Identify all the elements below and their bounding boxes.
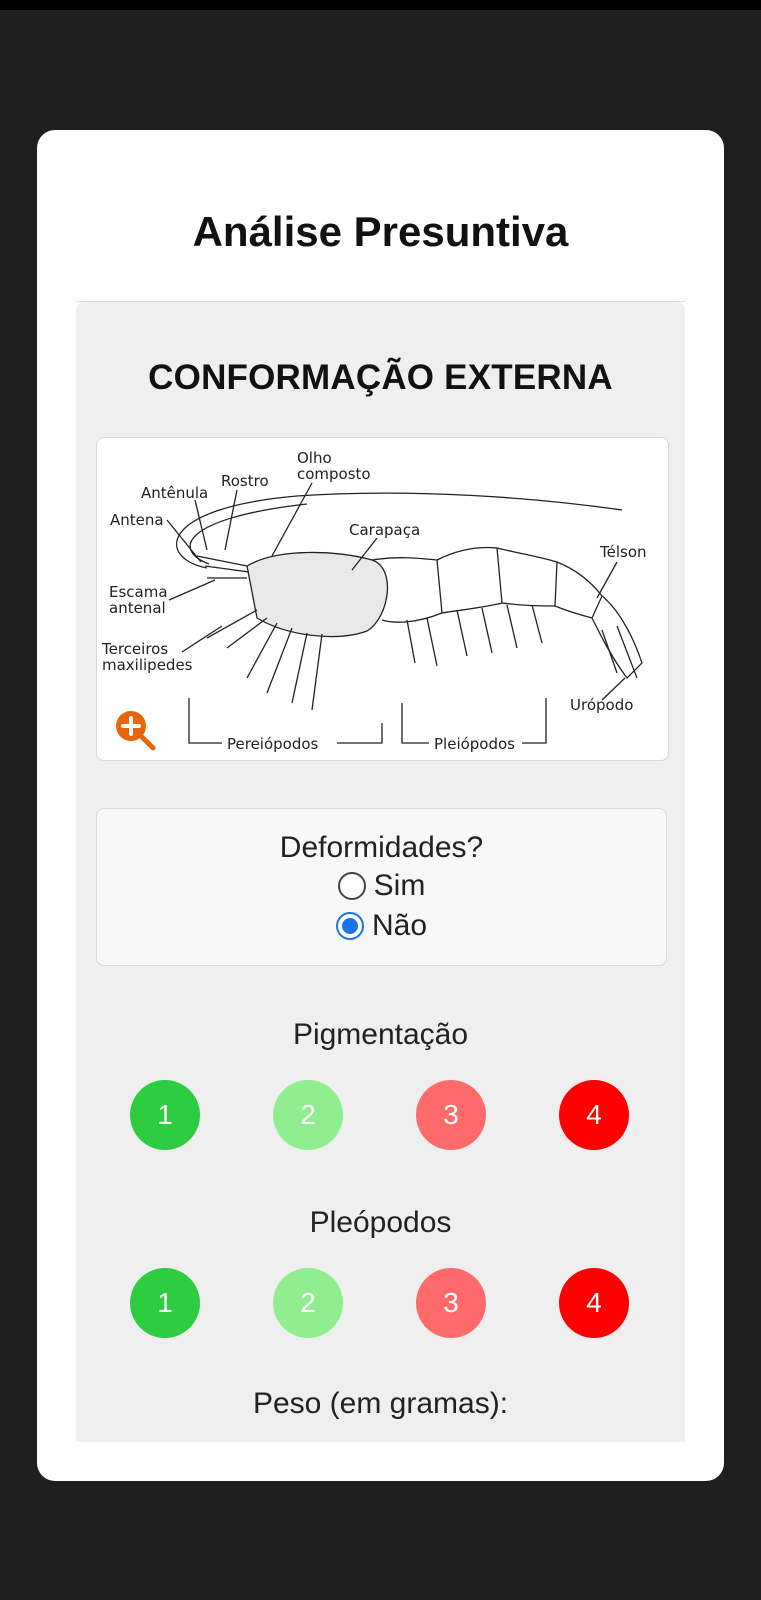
pleopodos-option-1[interactable]: 1 — [130, 1268, 200, 1338]
deformidades-group: Deformidades? Sim Não — [96, 808, 667, 966]
pigmentacao-option-3[interactable]: 3 — [416, 1080, 486, 1150]
radio-option-nao[interactable]: Não — [97, 909, 666, 943]
pleopodos-option-3[interactable]: 3 — [416, 1268, 486, 1338]
label-antenula: Antênula — [141, 484, 208, 502]
deformidades-label: Deformidades? — [279, 831, 484, 864]
zoom-in-button[interactable] — [113, 708, 157, 752]
pleopodos-option-4[interactable]: 4 — [559, 1268, 629, 1338]
section-title: CONFORMAÇÃO EXTERNA — [148, 358, 613, 397]
shrimp-diagram[interactable]: Olho composto Rostro Antênula Antena Car… — [96, 437, 669, 761]
label-maxilipedes: maxilipedes — [102, 656, 193, 674]
radio-nao-label: Não — [371, 909, 428, 942]
zoom-in-icon — [116, 711, 156, 751]
shrimp-illustration: Olho composto Rostro Antênula Antena Car… — [101, 449, 647, 753]
pleopodos-label: Pleópodos — [309, 1206, 452, 1239]
analysis-card: Análise Presuntiva CONFORMAÇÃO EXTERNA O… — [37, 130, 724, 1481]
radio-option-sim[interactable]: Sim — [97, 869, 666, 903]
pigmentacao-option-4[interactable]: 4 — [559, 1080, 629, 1150]
label-rostro: Rostro — [221, 472, 269, 490]
pigmentacao-label: Pigmentação — [292, 1018, 469, 1051]
page-title: Análise Presuntiva — [192, 208, 569, 255]
pigmentacao-option-2[interactable]: 2 — [273, 1080, 343, 1150]
radio-sim-label: Sim — [373, 869, 426, 902]
label-pleiopodos: Pleiópodos — [434, 735, 515, 753]
peso-label: Peso (em gramas): — [252, 1387, 509, 1420]
form-panel: CONFORMAÇÃO EXTERNA Olho composto Rostro… — [76, 302, 685, 1442]
pigmentacao-option-1[interactable]: 1 — [130, 1080, 200, 1150]
pigmentacao-options: 1 2 3 4 — [130, 1080, 630, 1150]
label-antena: Antena — [110, 511, 164, 529]
pleopodos-option-2[interactable]: 2 — [273, 1268, 343, 1338]
status-bar — [0, 0, 761, 10]
label-carapaca: Carapaça — [349, 521, 420, 539]
label-telson: Télson — [599, 543, 647, 561]
label-uropodo: Urópodo — [570, 696, 633, 714]
label-pereiopodos: Pereiópodos — [227, 735, 319, 753]
radio-sim[interactable] — [337, 872, 366, 900]
pleopodos-options: 1 2 3 4 — [130, 1268, 630, 1338]
radio-nao[interactable] — [335, 912, 364, 940]
label-composto: composto — [297, 465, 371, 483]
label-antenal: antenal — [109, 599, 166, 617]
